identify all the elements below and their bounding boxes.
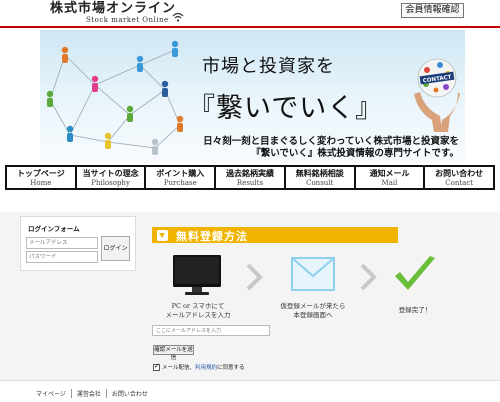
registration-title: 無料登録方法 (176, 230, 248, 243)
nav-item-consult[interactable]: 無料銘柄相談 Consult (286, 167, 356, 188)
nav-item-philosophy[interactable]: 当サイトの理念 Philosophy (77, 167, 147, 188)
agree-prefix: メール配信、 (162, 365, 196, 371)
nav-label-jp: トップページ (16, 169, 65, 178)
footer-link-mypage[interactable]: マイページ (36, 389, 72, 398)
registration-email-input[interactable] (152, 325, 270, 336)
nav-item-contact[interactable]: お問い合わせ Contact (425, 167, 493, 188)
login-button[interactable]: ログイン (101, 236, 130, 261)
nav-label-jp: 過去銘柄実績 (226, 169, 275, 178)
login-password-input[interactable] (26, 251, 98, 263)
nav-label-en: Mail (381, 179, 398, 187)
banner-catchphrase: 『繋いでいく』 (188, 93, 384, 124)
footer-link-contact[interactable]: お問い合わせ (107, 389, 153, 398)
site-logo[interactable]: 株式市場オンライン Stock market Online (50, 2, 176, 25)
send-confirmation-button[interactable]: 確認メールを送信 (153, 345, 194, 361)
down-arrow-icon (157, 230, 168, 241)
nav-item-purchase[interactable]: ポイント購入 Purchase (146, 167, 217, 188)
site-header: 株式市場オンライン Stock market Online 会員情報確認 (0, 0, 500, 28)
step3-text: 登録完了！ (398, 306, 432, 314)
envelope-icon (291, 257, 335, 291)
nav-label-en: Consult (306, 179, 334, 187)
nav-label-jp: お問い合わせ (435, 169, 484, 178)
chevron-right-icon (246, 263, 263, 291)
step2-text: 仮登録メールが来たら 本登録画面へ (268, 302, 358, 320)
nav-label-en: Philosophy (91, 179, 130, 187)
nav-label-jp: 無料銘柄相談 (295, 169, 344, 178)
banner-heading: 市場と投資家を (202, 56, 335, 77)
nav-label-en: Results (236, 179, 264, 187)
checkmark-icon (395, 256, 435, 290)
footer-links: マイページ 運営会社 お問い合わせ (36, 389, 153, 398)
signal-icon (172, 12, 184, 22)
step2-line2: 本登録画面へ (293, 311, 333, 319)
main-nav: トップページ Home 当サイトの理念 Philosophy ポイント購入 Pu… (5, 165, 495, 190)
nav-item-home[interactable]: トップページ Home (7, 167, 77, 188)
member-info-button[interactable]: 会員情報確認 (401, 3, 464, 18)
free-registration-header: 無料登録方法 (152, 227, 398, 243)
logo-subtitle: Stock market Online (86, 16, 169, 24)
agree-suffix: に同意する (217, 365, 245, 371)
step2-line1: 仮登録メールが来たら (280, 302, 346, 310)
terms-link[interactable]: 利用規約 (195, 363, 217, 371)
step1-line1: PC or スマホにて (171, 302, 225, 310)
login-form: ログインフォーム ログイン (20, 216, 136, 271)
chevron-right-icon (360, 263, 377, 291)
agree-checkbox[interactable] (153, 362, 160, 371)
step1-text: PC or スマホにて メールアドレスを入力 (158, 302, 238, 320)
nav-label-jp: 当サイトの理念 (82, 169, 139, 178)
step1-line2: メールアドレスを入力 (165, 311, 231, 319)
agreement-row: メール配信、 利用規約 に同意する (153, 362, 245, 371)
nav-label-jp: ポイント購入 (156, 169, 205, 178)
nav-label-en: Contact (445, 179, 474, 187)
nav-label-en: Purchase (163, 179, 197, 187)
logo-title: 株式市場オンライン (50, 1, 177, 16)
nav-item-results[interactable]: 過去銘柄実績 Results (216, 167, 286, 188)
hero-banner: 市場と投資家を 『繋いでいく』 CONTACT 日々刻一刻と目まぐるしく変わって… (40, 30, 465, 163)
banner-tagline: 日々刻一刻と目まぐるしく変わっていく株式市場と投資家を 『繋いでいく』株式投資情… (203, 136, 459, 160)
site-footer: マイページ 運営会社 お問い合わせ (0, 380, 500, 402)
nav-label-en: Home (30, 179, 52, 187)
people-network-illustration (46, 40, 184, 155)
banner-tagline-line2: 『繋いでいく』株式投資情報の専門サイトです。 (251, 148, 459, 159)
monitor-icon (173, 255, 221, 295)
main-content: ログインフォーム ログイン 無料登録方法 PC or スマホにて メールアドレス… (0, 212, 500, 380)
banner-tagline-line1: 日々刻一刻と目まぐるしく変わっていく株式市場と投資家を (203, 136, 459, 147)
nav-label-jp: 通知メール (369, 169, 410, 178)
login-email-input[interactable] (26, 237, 98, 249)
login-form-title: ログインフォーム (28, 225, 80, 233)
nav-item-mail[interactable]: 通知メール Mail (356, 167, 426, 188)
contact-globe-hands-image: CONTACT (414, 58, 460, 132)
footer-link-company[interactable]: 運営会社 (72, 389, 107, 398)
